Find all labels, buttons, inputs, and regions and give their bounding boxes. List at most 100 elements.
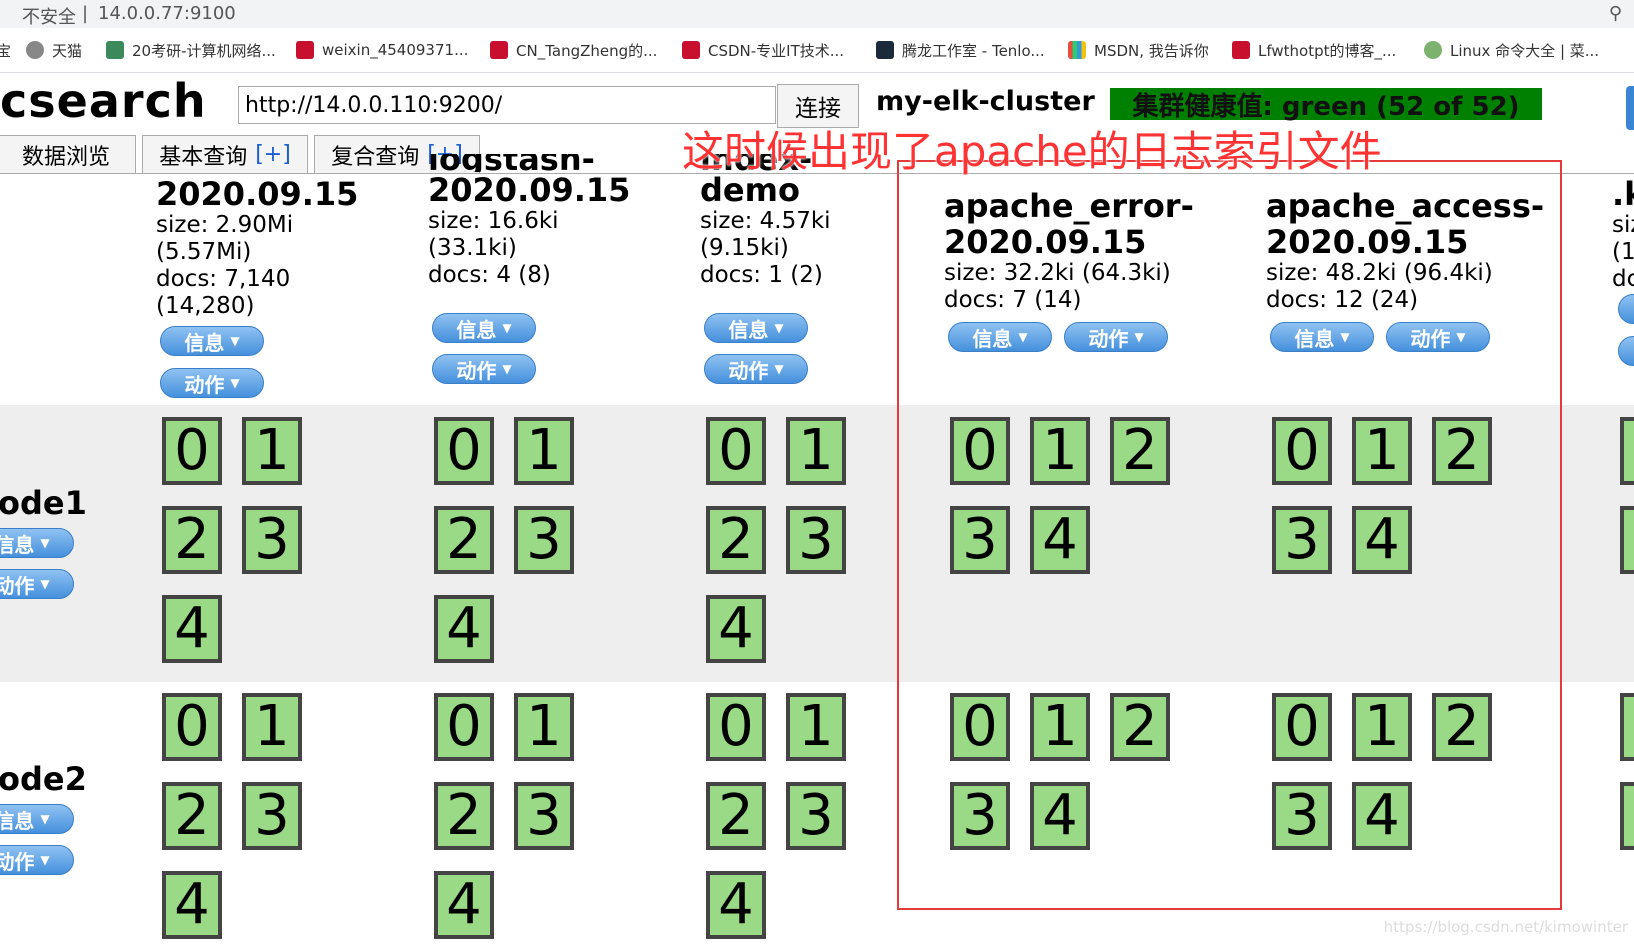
bookmarks-bar: 宝 天猫 20考研-计算机网络... weixin_45409371... CN…: [0, 28, 1634, 73]
shard-0[interactable]: 0: [434, 417, 494, 485]
caret-down-icon: ▼: [230, 334, 240, 348]
shard-0[interactable]: 0: [706, 417, 766, 485]
shard-4[interactable]: 4: [434, 595, 494, 663]
index-info-button[interactable]: 信息 ▼: [432, 313, 536, 343]
node-name: ode1: [0, 484, 87, 522]
index-info-button[interactable]: 信息 ▼: [160, 326, 264, 356]
shard-partial[interactable]: [1620, 782, 1634, 850]
tab-data-browse[interactable]: 数据浏览: [0, 135, 136, 173]
shard-2[interactable]: 2: [706, 506, 766, 574]
bookmark-partial[interactable]: 宝: [0, 38, 11, 62]
shard-0[interactable]: 0: [162, 417, 222, 485]
shard-1[interactable]: 1: [514, 417, 574, 485]
shard-4[interactable]: 4: [434, 871, 494, 939]
index-column: logstash- 2020.09.15 size: 16.6ki (33.1k…: [428, 154, 630, 289]
index-size-total: (5.57Mi): [156, 239, 252, 265]
index-action-button[interactable]: 动作 ▼: [432, 354, 536, 384]
bookmark-item[interactable]: 腾龙工作室 - Tenlo...: [876, 38, 1045, 62]
shard-0[interactable]: 0: [434, 693, 494, 761]
url-text[interactable]: 14.0.0.77:9100: [98, 3, 236, 24]
node-action-button[interactable]: 动作 ▼: [0, 569, 74, 599]
shard-3[interactable]: 3: [786, 506, 846, 574]
shard-1[interactable]: 1: [242, 417, 302, 485]
index-name-prefix: logstash-: [428, 154, 630, 172]
runoob-icon: [1424, 41, 1442, 59]
node-info-button[interactable]: 信息 ▼: [0, 804, 74, 834]
shard-partial[interactable]: [1620, 417, 1634, 485]
cluster-health-badge: 集群健康值: green (52 of 52): [1110, 88, 1542, 122]
tenlong-icon: [876, 41, 894, 59]
index-docs: docs: 4 (8): [428, 262, 551, 288]
shard-1[interactable]: 1: [514, 693, 574, 761]
shard-partial[interactable]: [1620, 693, 1634, 761]
shard-0[interactable]: 0: [706, 693, 766, 761]
shard-1[interactable]: 1: [242, 693, 302, 761]
caret-down-icon: ▼: [502, 362, 512, 376]
zoom-icon[interactable]: ⚲: [1609, 3, 1622, 24]
index-info-button[interactable]: 信息 ▼: [704, 313, 808, 343]
node-action-button[interactable]: 动作 ▼: [0, 845, 74, 875]
security-label: 不安全: [22, 7, 76, 28]
bookmark-item[interactable]: CN_TangZheng的...: [490, 38, 657, 62]
caret-down-icon: ▼: [774, 362, 784, 376]
annotation-text: 这时候出现了apache的日志索引文件: [682, 127, 1382, 176]
index-size: size: 2.90Mi: [156, 212, 294, 238]
shard-2[interactable]: 2: [434, 506, 494, 574]
shard-3[interactable]: 3: [242, 782, 302, 850]
bookmark-item[interactable]: Linux 命令大全 | 菜...: [1424, 38, 1599, 62]
shard-4[interactable]: 4: [706, 871, 766, 939]
shard-1[interactable]: 1: [786, 417, 846, 485]
caret-down-icon: ▼: [40, 536, 50, 550]
shard-1[interactable]: 1: [786, 693, 846, 761]
shard-partial[interactable]: [1620, 506, 1634, 574]
shard-3[interactable]: 3: [786, 782, 846, 850]
index-size-total: (9.15ki): [700, 235, 789, 261]
csdn-icon: [682, 41, 700, 59]
shard-2[interactable]: 2: [162, 506, 222, 574]
shard-2[interactable]: 2: [434, 782, 494, 850]
refresh-button-partial[interactable]: [1626, 86, 1634, 130]
globe-icon: [26, 41, 44, 59]
shard-2[interactable]: 2: [162, 782, 222, 850]
cluster-name: my-elk-cluster: [876, 86, 1095, 117]
shard-4[interactable]: 4: [162, 595, 222, 663]
index-name: 2020.09.15: [428, 171, 631, 209]
caret-down-icon: ▼: [40, 812, 50, 826]
shard-0[interactable]: 0: [162, 693, 222, 761]
bookmark-item[interactable]: 20考研-计算机网络...: [106, 38, 276, 62]
shard-3[interactable]: 3: [242, 506, 302, 574]
index-action-button-partial[interactable]: [1618, 336, 1634, 366]
shard-3[interactable]: 3: [514, 506, 574, 574]
caret-down-icon: ▼: [774, 321, 784, 335]
bookmark-item[interactable]: CSDN-专业IT技术...: [682, 38, 844, 62]
csdn-icon: [296, 41, 314, 59]
shard-4[interactable]: 4: [706, 595, 766, 663]
app-title: csearch: [0, 74, 207, 128]
separator: |: [82, 3, 89, 24]
bookmark-item[interactable]: Lfwthotpt的博客_...: [1232, 38, 1396, 62]
msdn-icon: [1068, 41, 1086, 59]
index-action-button[interactable]: 动作 ▼: [160, 368, 264, 398]
caret-down-icon: ▼: [502, 321, 512, 335]
index-column: 2020.09.15 size: 2.90Mi (5.57Mi) docs: 7…: [156, 176, 358, 320]
bookmark-item[interactable]: MSDN, 我告诉你: [1068, 38, 1209, 62]
shard-4[interactable]: 4: [162, 871, 222, 939]
index-size-total: (33.1ki): [428, 235, 517, 261]
caret-down-icon: ▼: [40, 853, 50, 867]
index-info-button-partial[interactable]: [1618, 294, 1634, 324]
csdn-icon: [490, 41, 508, 59]
address-bar[interactable]: 不安全 | 14.0.0.77:9100 ⚲: [0, 0, 1634, 29]
node-info-button[interactable]: 信息 ▼: [0, 528, 74, 558]
bookmark-item[interactable]: weixin_45409371...: [296, 38, 468, 62]
index-action-button[interactable]: 动作 ▼: [704, 354, 808, 384]
bookmark-item[interactable]: 天猫: [26, 38, 82, 62]
index-name: 2020.09.15: [156, 175, 359, 213]
index-column-partial: .k siz (1 dc: [1612, 175, 1634, 292]
annotation-highlight-box: [897, 160, 1562, 910]
shard-2[interactable]: 2: [706, 782, 766, 850]
watermark: https://blog.csdn.net/kimowinter: [1383, 918, 1628, 936]
index-docs: docs: 1 (2): [700, 262, 823, 288]
tab-basic-query[interactable]: 基本查询 [+]: [142, 135, 308, 173]
csdn-icon: [1232, 41, 1250, 59]
shard-3[interactable]: 3: [514, 782, 574, 850]
